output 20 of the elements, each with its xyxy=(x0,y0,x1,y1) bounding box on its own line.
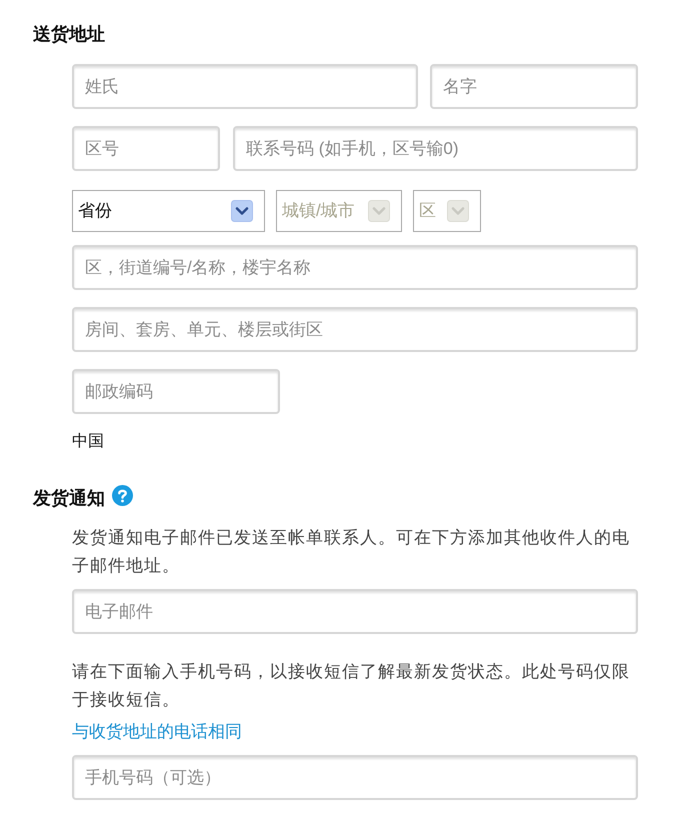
sms-note-text: 请在下面输入手机号码，以接收短信了解最新发货状态。此处号码仅限于接收短信。 xyxy=(72,661,631,711)
street-field[interactable]: 区，街道编号/名称，楼宇名称 xyxy=(72,245,638,290)
chevron-down-icon xyxy=(368,200,390,222)
email-note-text: 发货通知电子邮件已发送至帐单联系人。可在下方添加其他收件人的电子邮件地址。 xyxy=(72,527,631,577)
chevron-down-icon xyxy=(447,200,469,222)
section-heading: 发货通知 xyxy=(33,488,105,508)
province-dropdown[interactable]: 省份 xyxy=(72,190,265,232)
first-name-field[interactable]: 名字 xyxy=(430,64,638,109)
area-code-field[interactable]: 区号 xyxy=(72,126,220,171)
help-icon[interactable] xyxy=(112,484,133,506)
chevron-down-icon xyxy=(231,200,253,222)
mobile-field[interactable]: 手机号码（可选） xyxy=(72,755,638,800)
postal-code-field[interactable]: 邮政编码 xyxy=(72,369,280,414)
section-heading: 送货地址 xyxy=(33,24,105,44)
unit-field[interactable]: 房间、套房、单元、楼层或街区 xyxy=(72,307,638,352)
country-text: 中国 xyxy=(72,432,104,452)
email-field[interactable]: 电子邮件 xyxy=(72,589,638,634)
last-name-field[interactable]: 姓氏 xyxy=(72,64,418,109)
phone-field[interactable]: 联系号码 (如手机，区号输0) xyxy=(233,126,638,171)
same-phone-link[interactable]: 与收货地址的电话相同 xyxy=(72,718,242,746)
